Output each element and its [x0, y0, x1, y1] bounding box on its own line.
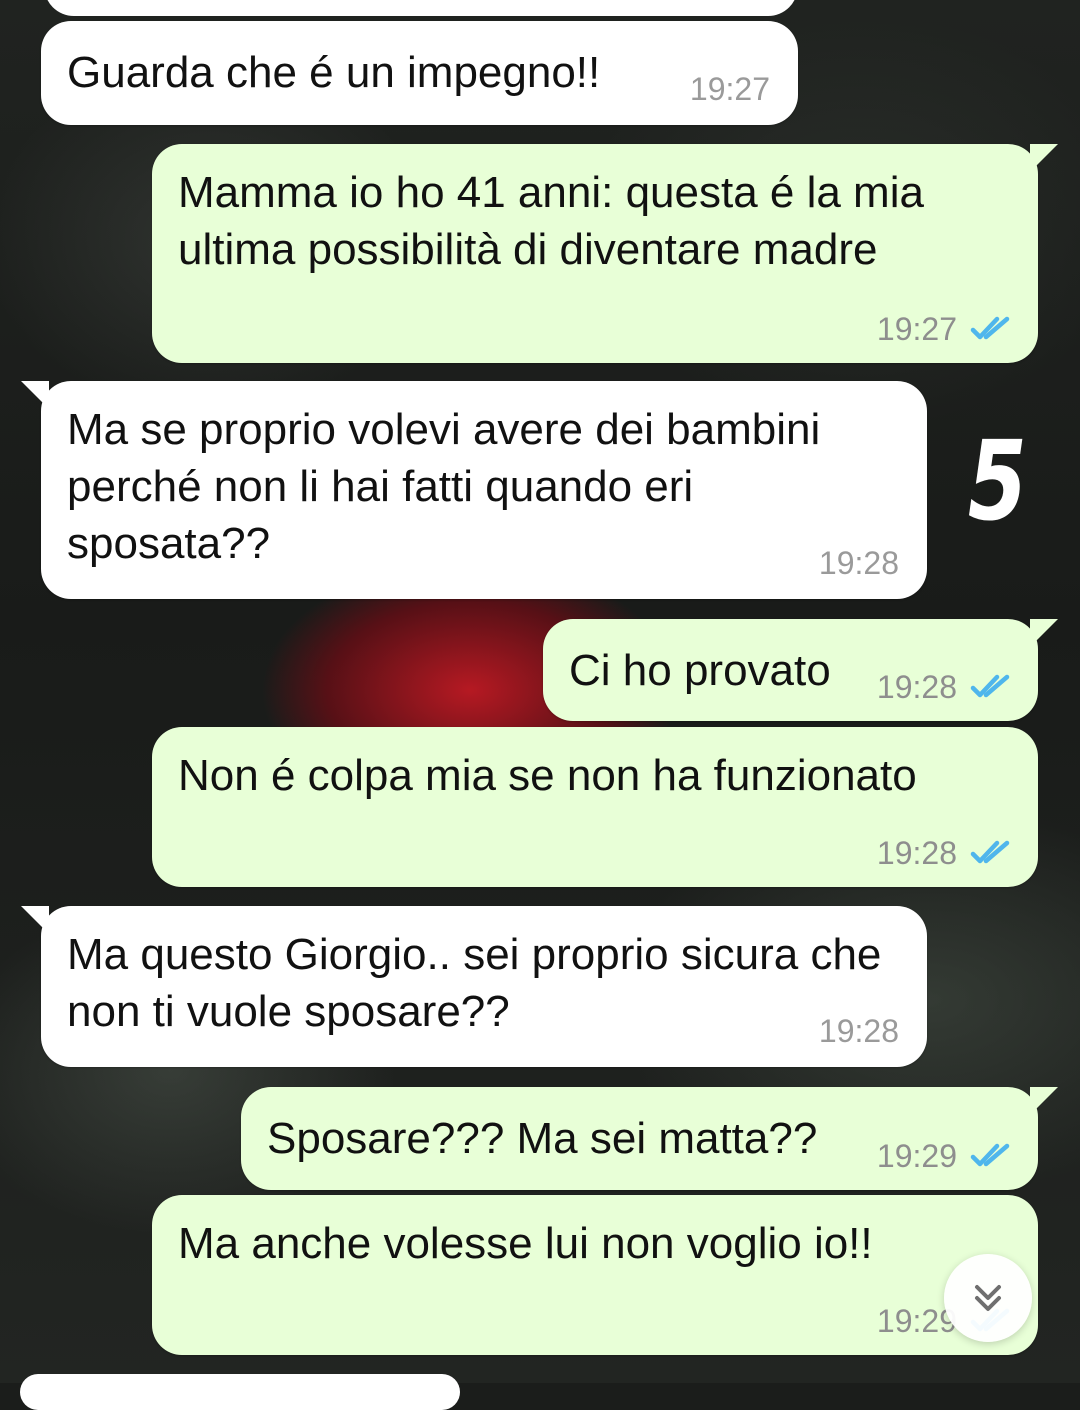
message-time: 19:29	[876, 1138, 957, 1174]
message-timestamp-row: 19:28	[819, 547, 899, 579]
message-timestamp-row: 19:27	[877, 313, 1011, 345]
outgoing-message-bubble[interactable]: Ci ho provato 19:28	[543, 619, 1058, 721]
double-check-icon	[970, 316, 1010, 340]
double-check-icon	[970, 1143, 1010, 1167]
message-timestamp-row: 19:28	[877, 671, 1011, 703]
message-text: Ci ho provato	[569, 646, 831, 695]
next-message-bubble-fragment	[20, 1374, 460, 1410]
outgoing-message-bubble[interactable]: Sposare??? Ma sei matta?? 19:29	[241, 1087, 1058, 1190]
chat-conversation: Guarda che é un impegno!! 19:27 Mamma io…	[0, 0, 1080, 1410]
message-time: 19:28	[876, 669, 957, 705]
message-time: 19:27	[689, 71, 770, 107]
incoming-message-bubble[interactable]: Guarda che é un impegno!! 19:27	[41, 21, 798, 125]
message-text: Ma anche volesse lui non voglio io!!	[178, 1219, 873, 1268]
message-time: 19:28	[876, 835, 957, 871]
double-check-icon	[970, 674, 1010, 698]
message-time: 19:28	[818, 1013, 899, 1049]
double-check-icon	[970, 840, 1010, 864]
message-timestamp-row: 19:29	[877, 1140, 1011, 1172]
outgoing-message-bubble[interactable]: Ma anche volesse lui non voglio io!! 19:…	[152, 1195, 1038, 1355]
message-text: Mamma io ho 41 anni: questa é la mia ult…	[178, 168, 937, 274]
message-text: Ma se proprio volevi avere dei bambini p…	[67, 405, 833, 568]
message-timestamp-row: 19:28	[819, 1015, 899, 1047]
message-timestamp-row: 19:28	[877, 837, 1011, 869]
message-time: 19:28	[818, 545, 899, 581]
incoming-message-bubble[interactable]: Ma questo Giorgio.. sei proprio sicura c…	[21, 906, 927, 1067]
incoming-message-bubble[interactable]: Ma se proprio volevi avere dei bambini p…	[21, 381, 927, 599]
message-text: Guarda che é un impegno!!	[67, 48, 601, 97]
message-text: Ma questo Giorgio.. sei proprio sicura c…	[67, 930, 894, 1036]
outgoing-message-bubble[interactable]: Mamma io ho 41 anni: questa é la mia ult…	[152, 144, 1058, 363]
outgoing-message-bubble[interactable]: Non é colpa mia se non ha funzionato 19:…	[152, 727, 1038, 887]
double-chevron-down-icon	[975, 1285, 1001, 1311]
message-timestamp-row: 19:27	[690, 73, 770, 105]
message-time: 19:27	[876, 311, 957, 347]
previous-message-bubble-fragment	[44, 0, 798, 16]
handwritten-annotation-number: 5	[958, 417, 1036, 545]
message-text: Sposare??? Ma sei matta??	[267, 1114, 818, 1163]
message-text: Non é colpa mia se non ha funzionato	[178, 751, 917, 800]
scroll-to-bottom-button[interactable]	[944, 1254, 1032, 1342]
